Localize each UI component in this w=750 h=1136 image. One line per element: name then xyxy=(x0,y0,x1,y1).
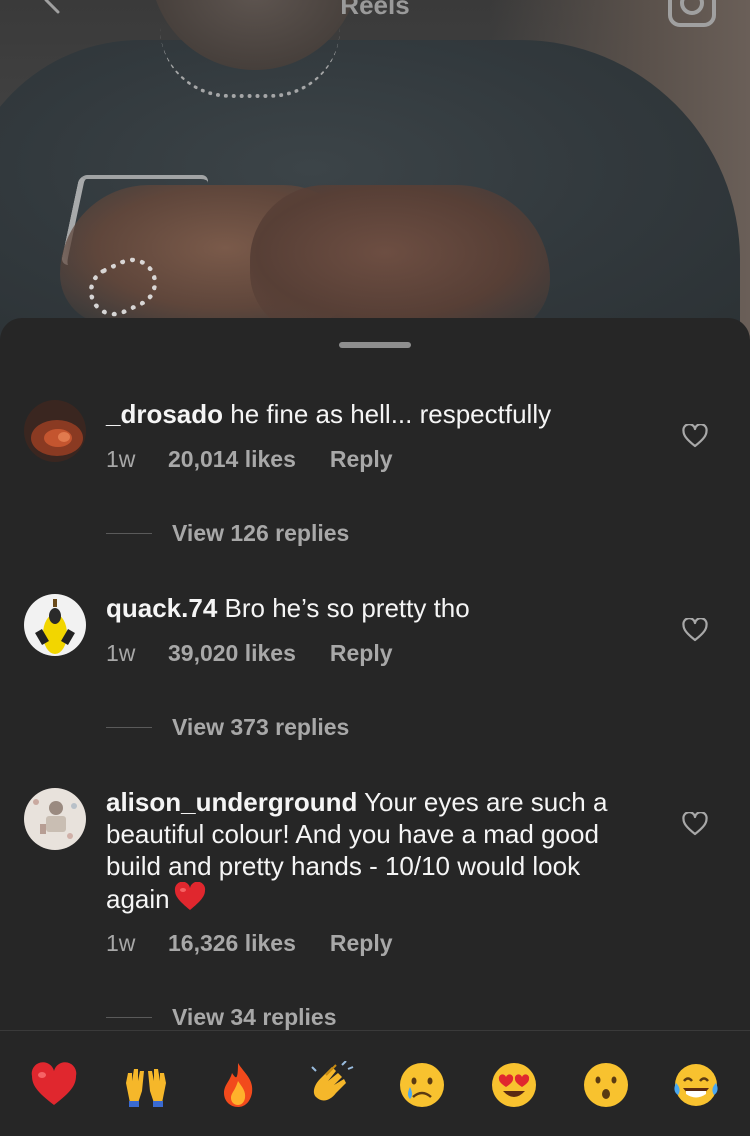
comment-body: Bro he’s so pretty tho xyxy=(217,593,470,623)
page-title: Reels xyxy=(340,0,410,20)
surprised-face-icon[interactable] xyxy=(582,1061,630,1109)
comment-time: 1w xyxy=(106,446,136,472)
avatar-photo-icon xyxy=(24,400,86,462)
red-heart-icon[interactable] xyxy=(30,1061,78,1109)
comment-meta: 1w 16,326 likes Reply xyxy=(106,930,393,957)
sheet-grabber-handle[interactable] xyxy=(339,342,411,348)
reply-button[interactable]: Reply xyxy=(330,446,393,473)
like-heart-icon[interactable] xyxy=(682,618,708,642)
reply-button[interactable]: Reply xyxy=(330,640,393,667)
reel-video-frame[interactable]: Reels xyxy=(0,0,750,340)
quick-reactions-bar xyxy=(0,1030,750,1136)
replies-divider xyxy=(106,533,152,534)
avatar[interactable] xyxy=(24,594,86,656)
replies-divider xyxy=(106,1017,152,1018)
comment-time: 1w xyxy=(106,930,136,956)
comment-username[interactable]: alison_underground xyxy=(106,787,357,817)
tears-of-joy-face-icon[interactable] xyxy=(672,1061,720,1109)
avatar-photo-icon xyxy=(24,788,86,850)
reply-button[interactable]: Reply xyxy=(330,930,393,957)
comment-likes[interactable]: 20,014 likes xyxy=(168,446,296,473)
video-hand-right xyxy=(250,185,550,335)
comment-meta: 1w 20,014 likes Reply xyxy=(106,446,393,473)
view-replies-button[interactable]: View 126 replies xyxy=(106,520,349,547)
avatar[interactable] xyxy=(24,400,86,462)
comment-meta: 1w 39,020 likes Reply xyxy=(106,640,393,667)
fire-icon[interactable] xyxy=(214,1061,262,1109)
view-replies-button[interactable]: View 373 replies xyxy=(106,714,349,741)
crying-face-icon[interactable] xyxy=(398,1061,446,1109)
comment-body: he fine as hell... respectfully xyxy=(223,399,552,429)
comment-username[interactable]: _drosado xyxy=(106,399,223,429)
view-replies-button[interactable]: View 34 replies xyxy=(106,1004,337,1031)
comment-text: _drosado he fine as hell... respectfully xyxy=(106,398,646,430)
heart-eyes-face-icon[interactable] xyxy=(490,1061,538,1109)
like-heart-icon[interactable] xyxy=(682,424,708,448)
comments-sheet: _drosado he fine as hell... respectfully… xyxy=(0,318,750,1136)
clapping-hands-icon[interactable] xyxy=(306,1061,354,1109)
comment-username[interactable]: quack.74 xyxy=(106,593,217,623)
raised-hands-icon[interactable] xyxy=(122,1061,170,1109)
comment-likes[interactable]: 39,020 likes xyxy=(168,640,296,667)
avatar-photo-icon xyxy=(24,594,86,656)
comment-time: 1w xyxy=(106,640,136,666)
replies-divider xyxy=(106,727,152,728)
red-heart-emoji-icon xyxy=(174,882,205,910)
comment-text: quack.74 Bro he’s so pretty tho xyxy=(106,592,646,624)
comment-text: alison_underground Your eyes are such a … xyxy=(106,786,646,915)
view-replies-label: View 373 replies xyxy=(172,714,350,740)
view-replies-label: View 126 replies xyxy=(172,520,350,546)
comment-likes[interactable]: 16,326 likes xyxy=(168,930,296,957)
view-replies-label: View 34 replies xyxy=(172,1004,337,1030)
avatar[interactable] xyxy=(24,788,86,850)
like-heart-icon[interactable] xyxy=(682,812,708,836)
top-bar: Reels xyxy=(0,0,750,30)
camera-icon[interactable] xyxy=(667,0,717,28)
